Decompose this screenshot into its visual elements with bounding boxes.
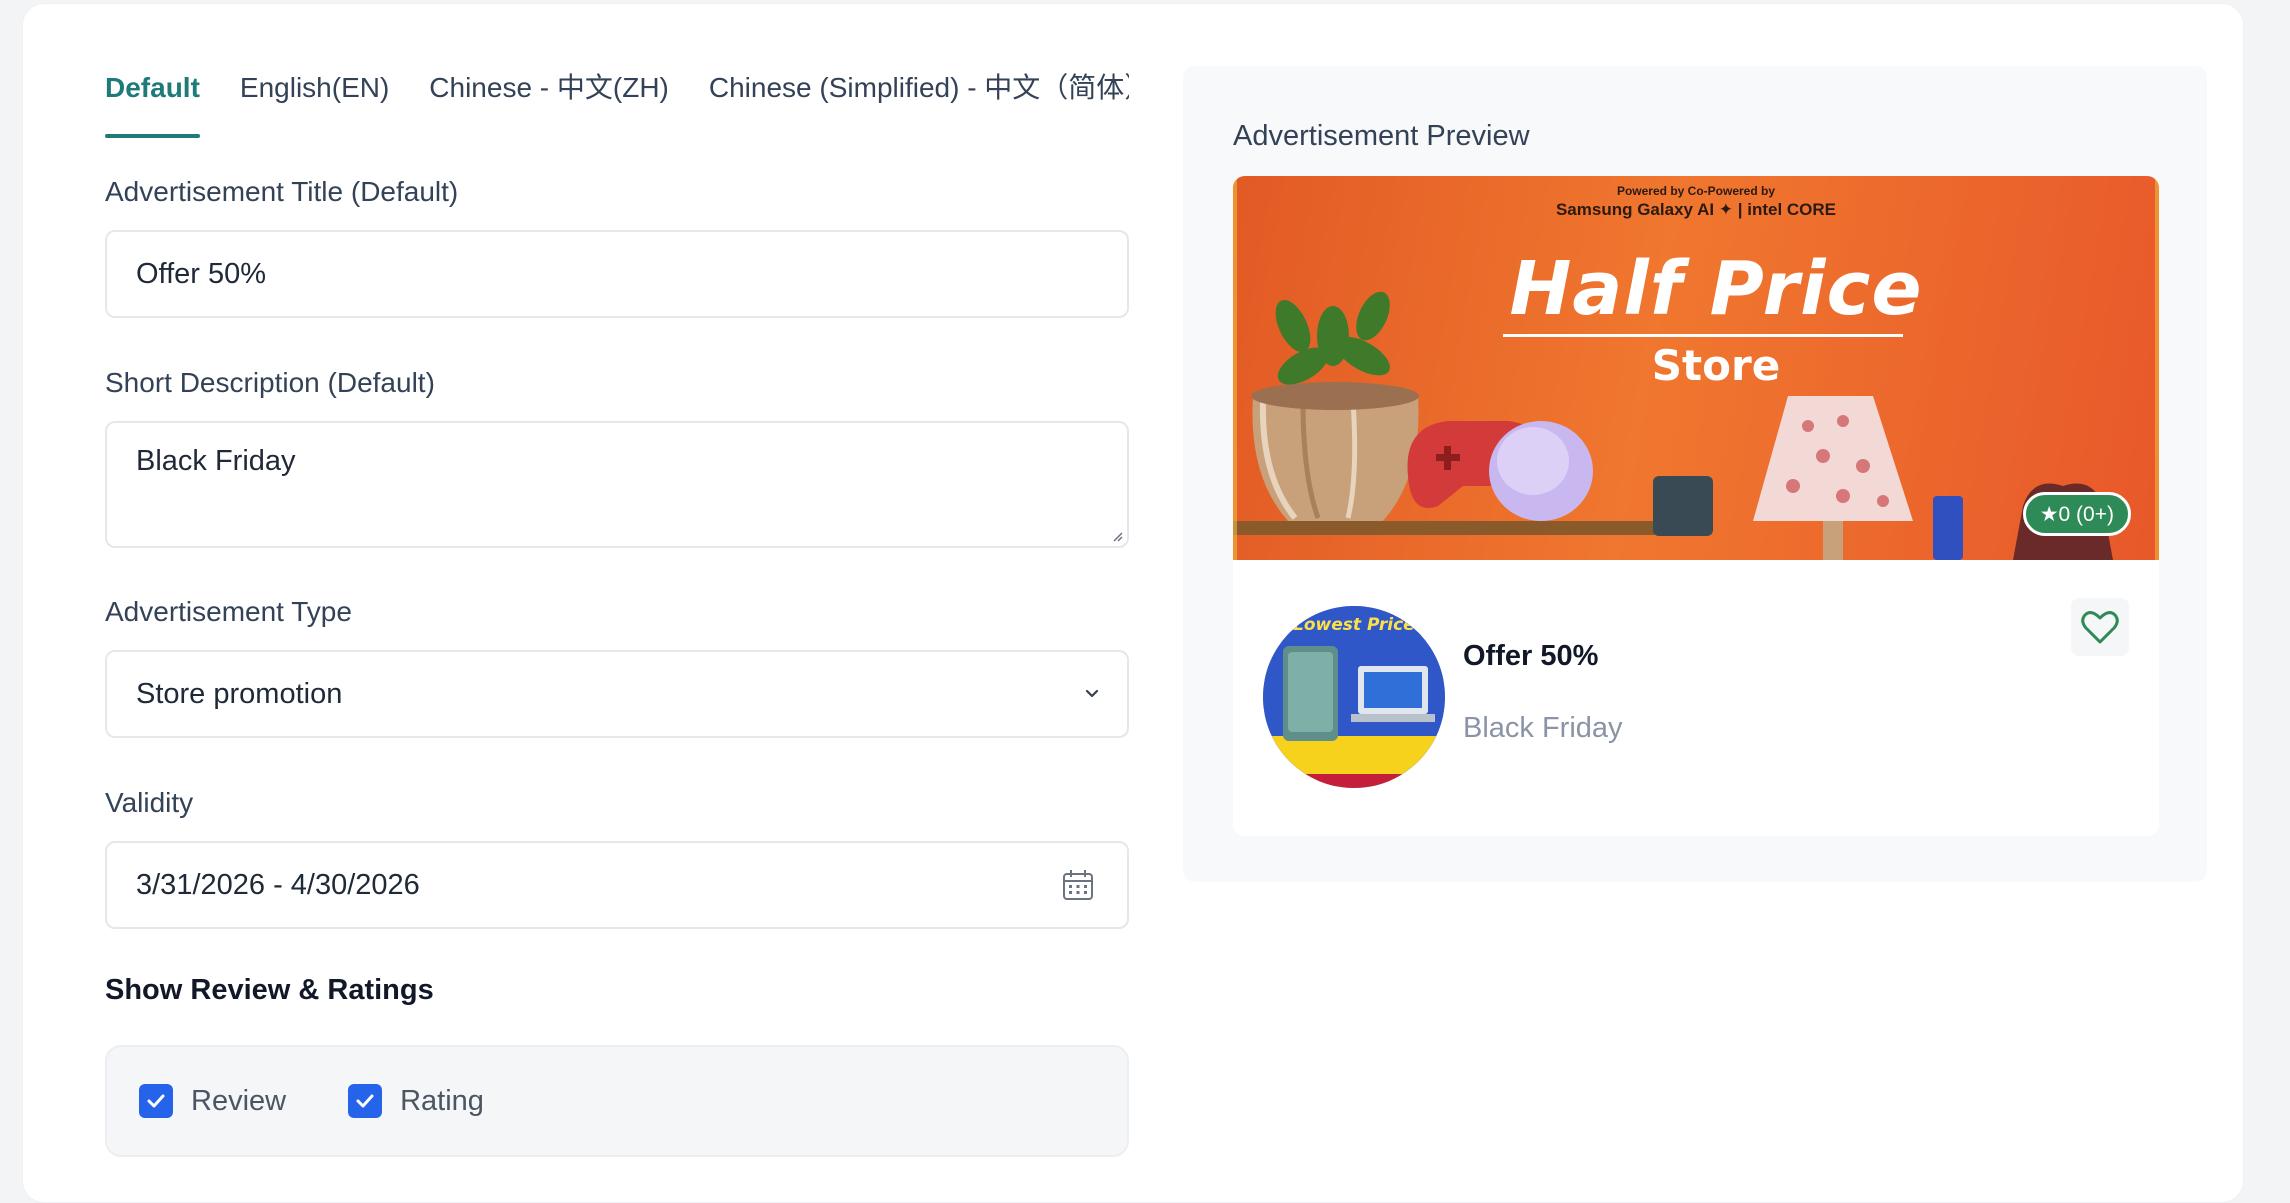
ad-title: Offer 50% bbox=[1463, 640, 1599, 672]
resize-handle-icon[interactable] bbox=[1109, 528, 1123, 542]
validity-label: Validity bbox=[105, 787, 194, 818]
banner-divider bbox=[1503, 334, 1903, 337]
store-logo-thumbnail: Lowest Price of 2025 bbox=[1263, 606, 1445, 788]
language-tabs: Default English(EN) Chinese - 中文(ZH) Chi… bbox=[105, 66, 1129, 138]
thumbnail-text: Lowest Price of 2025 bbox=[1293, 615, 1445, 635]
speaker-image bbox=[1489, 421, 1593, 521]
description-textarea[interactable]: Black Friday bbox=[105, 421, 1129, 548]
calendar-icon[interactable] bbox=[1061, 868, 1095, 902]
type-select-value: Store promotion bbox=[136, 677, 343, 710]
description-textarea-value: Black Friday bbox=[136, 445, 296, 477]
advertisement-preview-panel: Advertisement Preview Powered by Co-Powe… bbox=[1183, 66, 2207, 882]
chevron-down-icon bbox=[1085, 689, 1099, 698]
title-input-value: Offer 50% bbox=[136, 257, 267, 290]
banner-powered-by: Powered by Co-Powered by bbox=[1616, 184, 1776, 198]
preview-title: Advertisement Preview bbox=[1233, 120, 1530, 152]
tab-chinese-simplified[interactable]: Chinese (Simplified) - 中文（简体） bbox=[709, 66, 1129, 138]
ad-description: Black Friday bbox=[1463, 712, 1623, 744]
rating-checkbox[interactable]: Rating bbox=[348, 1084, 484, 1118]
tab-english[interactable]: English(EN) bbox=[240, 66, 389, 138]
title-label: Advertisement Title (Default) bbox=[105, 176, 459, 207]
wishlist-button[interactable] bbox=[2071, 598, 2129, 656]
review-checkbox[interactable]: Review bbox=[139, 1084, 286, 1118]
review-ratings-heading: Show Review & Ratings bbox=[105, 974, 434, 1006]
description-label: Short Description (Default) bbox=[105, 367, 435, 398]
rating-badge: ★0 (0+) bbox=[2022, 492, 2131, 536]
banner-image: Powered by Co-Powered by Samsung Galaxy … bbox=[1233, 176, 2159, 560]
type-label: Advertisement Type bbox=[105, 596, 352, 627]
ad-form-card: Default English(EN) Chinese - 中文(ZH) Chi… bbox=[22, 3, 2244, 1203]
validity-date-range-input[interactable]: 3/31/2026 - 4/30/2026 bbox=[105, 841, 1129, 929]
review-ratings-options: Review Rating bbox=[105, 1045, 1129, 1157]
lamp-image bbox=[1753, 396, 1913, 560]
type-select[interactable]: Store promotion bbox=[105, 650, 1129, 738]
review-checkbox-label: Review bbox=[191, 1084, 287, 1117]
validity-value: 3/31/2026 - 4/30/2026 bbox=[136, 868, 420, 901]
checkbox-checked-icon[interactable] bbox=[348, 1084, 383, 1118]
tab-chinese[interactable]: Chinese - 中文(ZH) bbox=[429, 66, 669, 138]
banner-brands: Samsung Galaxy AI ✦ | intel CORE bbox=[1555, 200, 1837, 219]
title-input[interactable]: Offer 50% bbox=[105, 230, 1129, 318]
banner-subheadline: Store bbox=[1651, 341, 1781, 390]
rating-checkbox-label: Rating bbox=[400, 1084, 484, 1117]
heart-icon bbox=[2081, 611, 2119, 644]
checkbox-checked-icon[interactable] bbox=[139, 1084, 173, 1118]
tab-default[interactable]: Default bbox=[105, 66, 200, 138]
ad-info-card: Lowest Price of 2025 Offer 50% Black Fri… bbox=[1233, 560, 2159, 836]
banner-headline: Half Price bbox=[1509, 246, 1923, 332]
